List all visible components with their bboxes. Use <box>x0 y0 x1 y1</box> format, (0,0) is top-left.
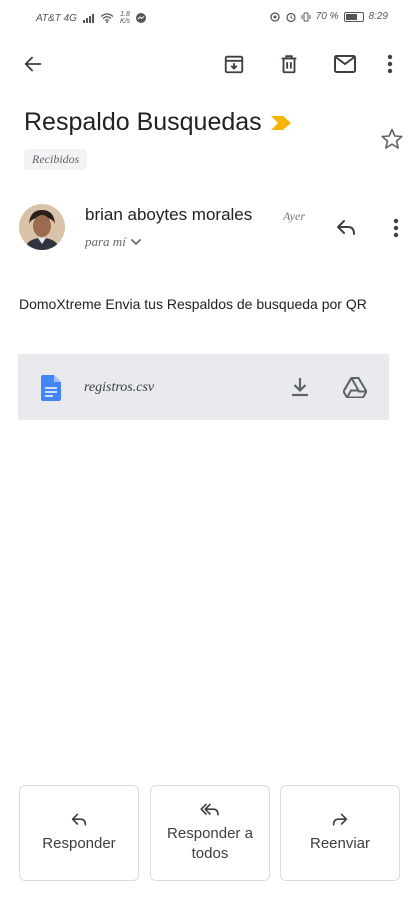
reply-icon <box>71 813 87 826</box>
battery-icon <box>343 11 364 22</box>
clock: 8:29 <box>368 11 388 22</box>
chevron-down-icon <box>130 238 141 246</box>
reply-all-icon <box>200 803 219 816</box>
star-button[interactable] <box>372 119 412 159</box>
reply-label: Responder <box>42 835 116 852</box>
subject-line: Respaldo Busquedas <box>24 108 292 137</box>
attachment-name: registros.csv <box>84 380 155 395</box>
status-right: 70 % 8:29 <box>269 11 388 22</box>
reply-all-label: Responder a todos <box>167 825 253 862</box>
back-arrow-icon <box>24 56 42 72</box>
reply-button[interactable]: Responder <box>19 785 139 881</box>
mark-unread-button[interactable] <box>325 44 365 84</box>
back-button[interactable] <box>13 44 53 84</box>
recipient-label: para mí <box>85 234 126 249</box>
forward-icon <box>332 813 348 826</box>
eye-comfort-icon <box>270 11 280 22</box>
more-vert-icon <box>387 54 393 74</box>
carrier-label: AT&T 4G <box>36 12 77 24</box>
reply-quick-button[interactable] <box>326 208 366 248</box>
status-left: AT&T 4G 1.8 K/s <box>36 11 147 25</box>
archive-button[interactable] <box>214 44 254 84</box>
drive-icon <box>343 376 367 398</box>
archive-icon <box>224 55 244 74</box>
download-button[interactable] <box>280 367 320 407</box>
delete-button[interactable] <box>269 44 309 84</box>
status-bar: AT&T 4G 1.8 K/s 70 % 8:29 <box>0 0 420 34</box>
more-vert-icon <box>393 218 399 238</box>
message-more-button[interactable] <box>381 208 411 248</box>
label-chip[interactable]: Recibidos <box>24 149 88 170</box>
sender-name: brian aboytes morales <box>85 205 253 224</box>
mail-icon <box>334 55 356 73</box>
avatar-photo <box>19 204 65 250</box>
forward-button[interactable]: Reenviar <box>280 785 400 881</box>
received-time: Ayer <box>283 209 305 223</box>
signal-icon <box>82 13 94 23</box>
attachment-card[interactable]: registros.csv <box>18 354 389 420</box>
data-speed: 1.8 K/s <box>120 11 130 25</box>
more-options-button[interactable] <box>375 44 405 84</box>
alarm-icon <box>286 12 296 22</box>
wifi-icon <box>100 13 114 23</box>
recipient-details[interactable]: para mí <box>85 234 142 250</box>
star-icon <box>381 128 403 149</box>
avatar[interactable] <box>19 204 65 250</box>
battery-percent: 70 % <box>315 11 339 22</box>
speed-value: 1.8 <box>120 11 130 18</box>
save-to-drive-button[interactable] <box>335 367 375 407</box>
reply-icon <box>337 220 355 235</box>
trash-icon <box>281 55 297 74</box>
document-file-icon <box>41 375 61 401</box>
important-marker-icon[interactable] <box>270 115 292 131</box>
reply-all-button[interactable]: Responder a todos <box>150 785 270 881</box>
message-body: DomoXtreme Envia tus Respaldos de busque… <box>19 296 367 312</box>
messenger-icon <box>136 13 147 23</box>
email-subject: Respaldo Busquedas <box>24 108 262 136</box>
vibrate-icon <box>301 12 311 21</box>
download-icon <box>292 378 308 397</box>
forward-label: Reenviar <box>309 835 371 852</box>
speed-unit: K/s <box>119 18 131 25</box>
